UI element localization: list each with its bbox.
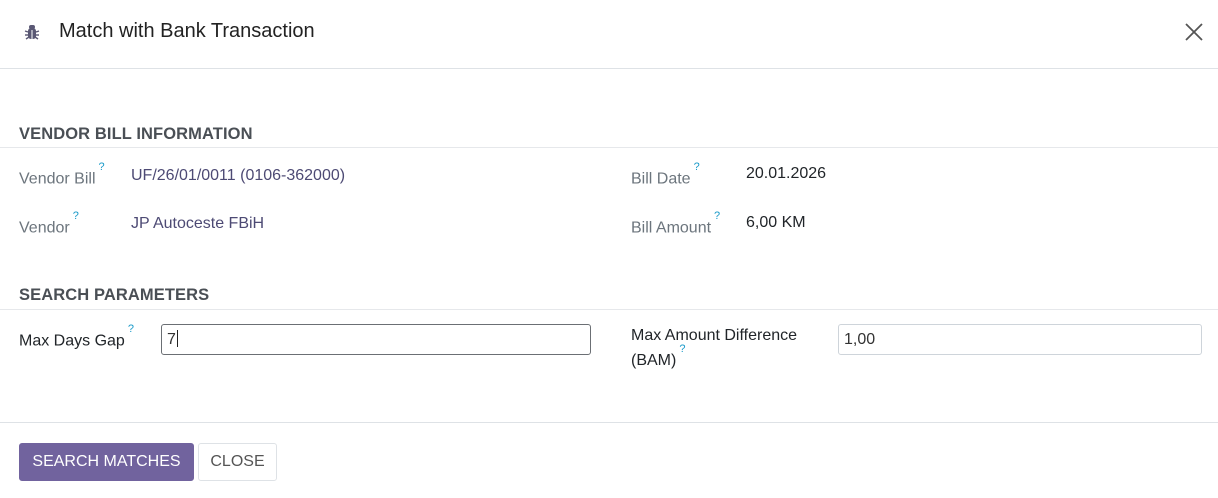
bill-amount-label-text: Bill Amount	[631, 219, 712, 237]
help-tooltip[interactable]: ?	[679, 343, 685, 355]
help-tooltip[interactable]: ?	[694, 161, 700, 173]
dialog-header: Match with Bank Transaction	[0, 0, 1218, 69]
vendor-bill-label: Vendor Bill?	[19, 161, 105, 189]
section-divider	[0, 309, 1218, 310]
vendor-bill-label-text: Vendor Bill	[19, 170, 96, 188]
match-bank-transaction-dialog: Match with Bank Transaction VENDOR BILL …	[0, 0, 1218, 498]
bill-amount-value: 6,00 KM	[746, 214, 806, 231]
max-amount-label-line1: Max Amount Difference	[631, 327, 798, 344]
max-days-input[interactable]: 7	[161, 324, 591, 355]
close-button[interactable]: CLOSE	[198, 443, 277, 481]
max-amount-label-line2: (BAM)	[631, 352, 677, 370]
max-days-input-value: 7	[167, 331, 176, 348]
search-section-title: SEARCH PARAMETERS	[19, 286, 210, 304]
help-tooltip[interactable]: ?	[128, 323, 134, 335]
vendor-section-title: VENDOR BILL INFORMATION	[19, 125, 253, 143]
vendor-bill-link[interactable]: UF/26/01/0011 (0106-362000)	[131, 166, 345, 186]
help-tooltip[interactable]: ?	[73, 210, 79, 222]
vendor-link[interactable]: JP Autoceste FBiH	[131, 214, 264, 234]
bug-icon	[24, 25, 40, 40]
vendor-label: Vendor?	[19, 210, 79, 238]
help-tooltip[interactable]: ?	[99, 161, 105, 173]
help-tooltip[interactable]: ?	[714, 210, 720, 222]
max-amount-label: Max Amount Difference (BAM)?	[631, 326, 821, 371]
max-days-label: Max Days Gap?	[19, 323, 134, 351]
vendor-label-text: Vendor	[19, 219, 70, 237]
bill-date-label: Bill Date?	[631, 161, 700, 189]
max-days-label-text: Max Days Gap	[19, 332, 125, 350]
close-icon[interactable]	[1184, 22, 1204, 42]
search-matches-button[interactable]: SEARCH MATCHES	[19, 443, 194, 481]
section-divider	[0, 147, 1218, 148]
dialog-title: Match with Bank Transaction	[59, 20, 315, 42]
text-caret	[176, 330, 178, 347]
bill-date-label-text: Bill Date	[631, 170, 691, 188]
bill-amount-label: Bill Amount?	[631, 210, 720, 238]
bill-date-value: 20.01.2026	[746, 165, 827, 182]
max-amount-input[interactable]: 1,00	[838, 324, 1202, 355]
footer-divider	[0, 422, 1218, 423]
